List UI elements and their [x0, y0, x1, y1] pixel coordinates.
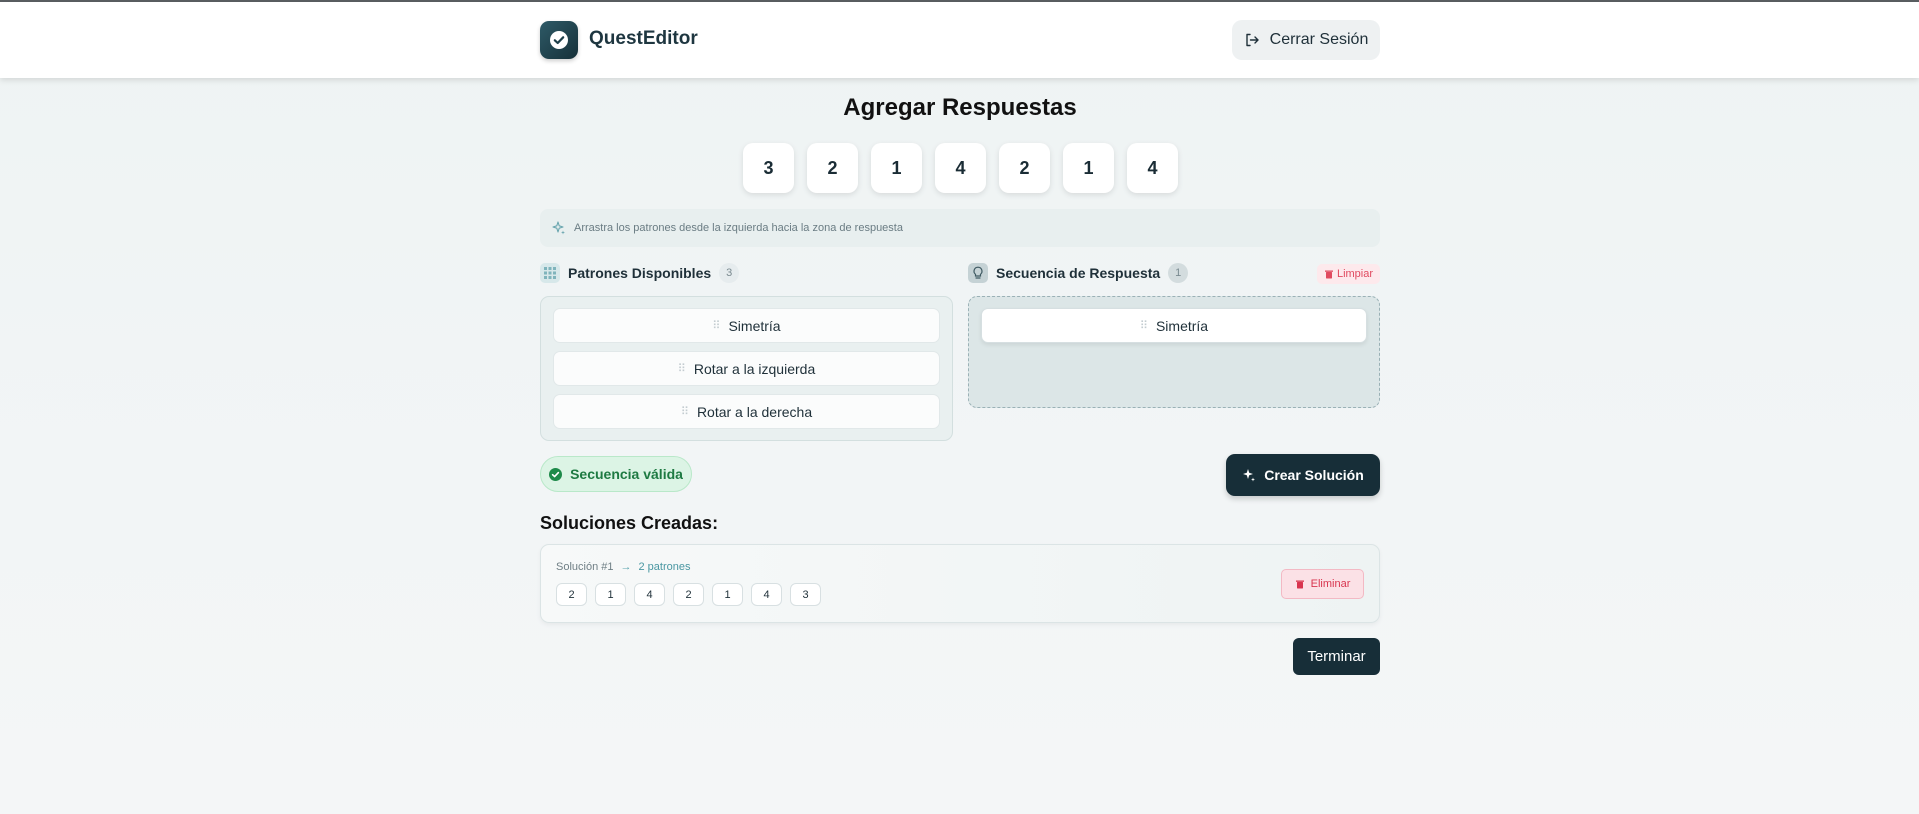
available-patterns-header: Patrones Disponibles 3 — [540, 262, 740, 284]
page-title: Agregar Respuestas — [843, 94, 1077, 121]
check-circle-icon — [550, 31, 568, 49]
drag-handle-icon: ⠿ — [712, 320, 720, 332]
instruction-hint: Arrastra los patrones desde la izquierda… — [540, 209, 1380, 247]
logout-button[interactable]: Cerrar Sesión — [1232, 20, 1380, 60]
available-patterns-panel: ⠿ Simetría ⠿ Rotar a la izquierda ⠿ Rota… — [540, 296, 953, 441]
arrow-right-icon: → — [620, 561, 632, 573]
sequence-tile: 1 — [871, 143, 922, 193]
clear-button[interactable]: Limpiar — [1317, 264, 1380, 284]
hint-text: Arrastra los patrones desde la izquierda… — [574, 222, 903, 234]
pattern-label: Rotar a la izquierda — [693, 360, 816, 377]
solution-value: 1 — [595, 583, 626, 606]
trash-icon — [1295, 580, 1304, 589]
answer-item-label: Simetría — [1155, 317, 1209, 334]
trash-icon — [1324, 270, 1333, 279]
pattern-label: Simetría — [728, 317, 781, 334]
pattern-item[interactable]: ⠿ Simetría — [553, 308, 940, 343]
valid-sequence-badge: Secuencia válida — [540, 456, 692, 492]
drag-handle-icon: ⠿ — [680, 406, 689, 418]
create-solution-button[interactable]: Crear Solución — [1226, 454, 1380, 496]
create-solution-label: Crear Solución — [1264, 467, 1364, 483]
solution-meta: Solución #1 → 2 patrones — [556, 561, 690, 573]
answer-count-badge: 1 — [1168, 263, 1189, 283]
logo — [540, 21, 578, 59]
check-circle-icon — [549, 467, 563, 481]
answer-dropzone[interactable]: ⠿ Simetría — [968, 296, 1380, 408]
available-patterns-title: Patrones Disponibles — [568, 265, 712, 281]
solution-value: 4 — [634, 583, 665, 606]
answer-sequence-title: Secuencia de Respuesta — [996, 265, 1161, 281]
solution-card: Solución #1 → 2 patrones 2 1 4 2 1 4 3 E… — [540, 544, 1380, 623]
logout-label: Cerrar Sesión — [1269, 31, 1369, 48]
solution-value: 3 — [790, 583, 821, 606]
sparkle-icon — [552, 221, 565, 235]
solution-values: 2 1 4 2 1 4 3 — [556, 583, 821, 606]
solution-value: 2 — [673, 583, 704, 606]
solution-pattern-count: 2 patrones — [638, 561, 691, 573]
grid-icon — [540, 263, 560, 283]
app-header: QuestEditor Cerrar Sesión — [0, 2, 1919, 78]
delete-label: Eliminar — [1310, 578, 1351, 590]
drag-handle-icon: ⠿ — [677, 363, 686, 375]
available-count-badge: 3 — [719, 263, 740, 283]
pattern-label: Rotar a la derecha — [696, 403, 813, 420]
answer-item[interactable]: ⠿ Simetría — [981, 308, 1367, 343]
sequence-tile: 2 — [807, 143, 858, 193]
answer-sequence-header: Secuencia de Respuesta 1 — [968, 262, 1189, 284]
sequence-display: 3 2 1 4 2 1 4 — [743, 143, 1178, 193]
lightbulb-icon — [968, 263, 988, 283]
solution-value: 4 — [751, 583, 782, 606]
solution-value: 1 — [712, 583, 743, 606]
sequence-tile: 3 — [743, 143, 794, 193]
solution-label: Solución #1 — [556, 561, 614, 573]
sequence-tile: 1 — [1063, 143, 1114, 193]
clear-label: Limpiar — [1336, 268, 1374, 280]
sequence-tile: 4 — [935, 143, 986, 193]
solutions-title: Soluciones Creadas: — [540, 513, 719, 533]
pattern-item[interactable]: ⠿ Rotar a la izquierda — [553, 351, 940, 386]
solution-value: 2 — [556, 583, 587, 606]
logout-icon — [1245, 33, 1259, 47]
finish-button[interactable]: Terminar — [1293, 638, 1380, 675]
sequence-tile: 4 — [1127, 143, 1178, 193]
sequence-tile: 2 — [999, 143, 1050, 193]
drag-handle-icon: ⠿ — [1139, 320, 1148, 332]
sparkle-icon — [1243, 469, 1256, 482]
delete-solution-button[interactable]: Eliminar — [1281, 569, 1364, 599]
valid-label: Secuencia válida — [570, 466, 683, 482]
brand-name: QuestEditor — [589, 28, 698, 49]
pattern-item[interactable]: ⠿ Rotar a la derecha — [553, 394, 940, 429]
